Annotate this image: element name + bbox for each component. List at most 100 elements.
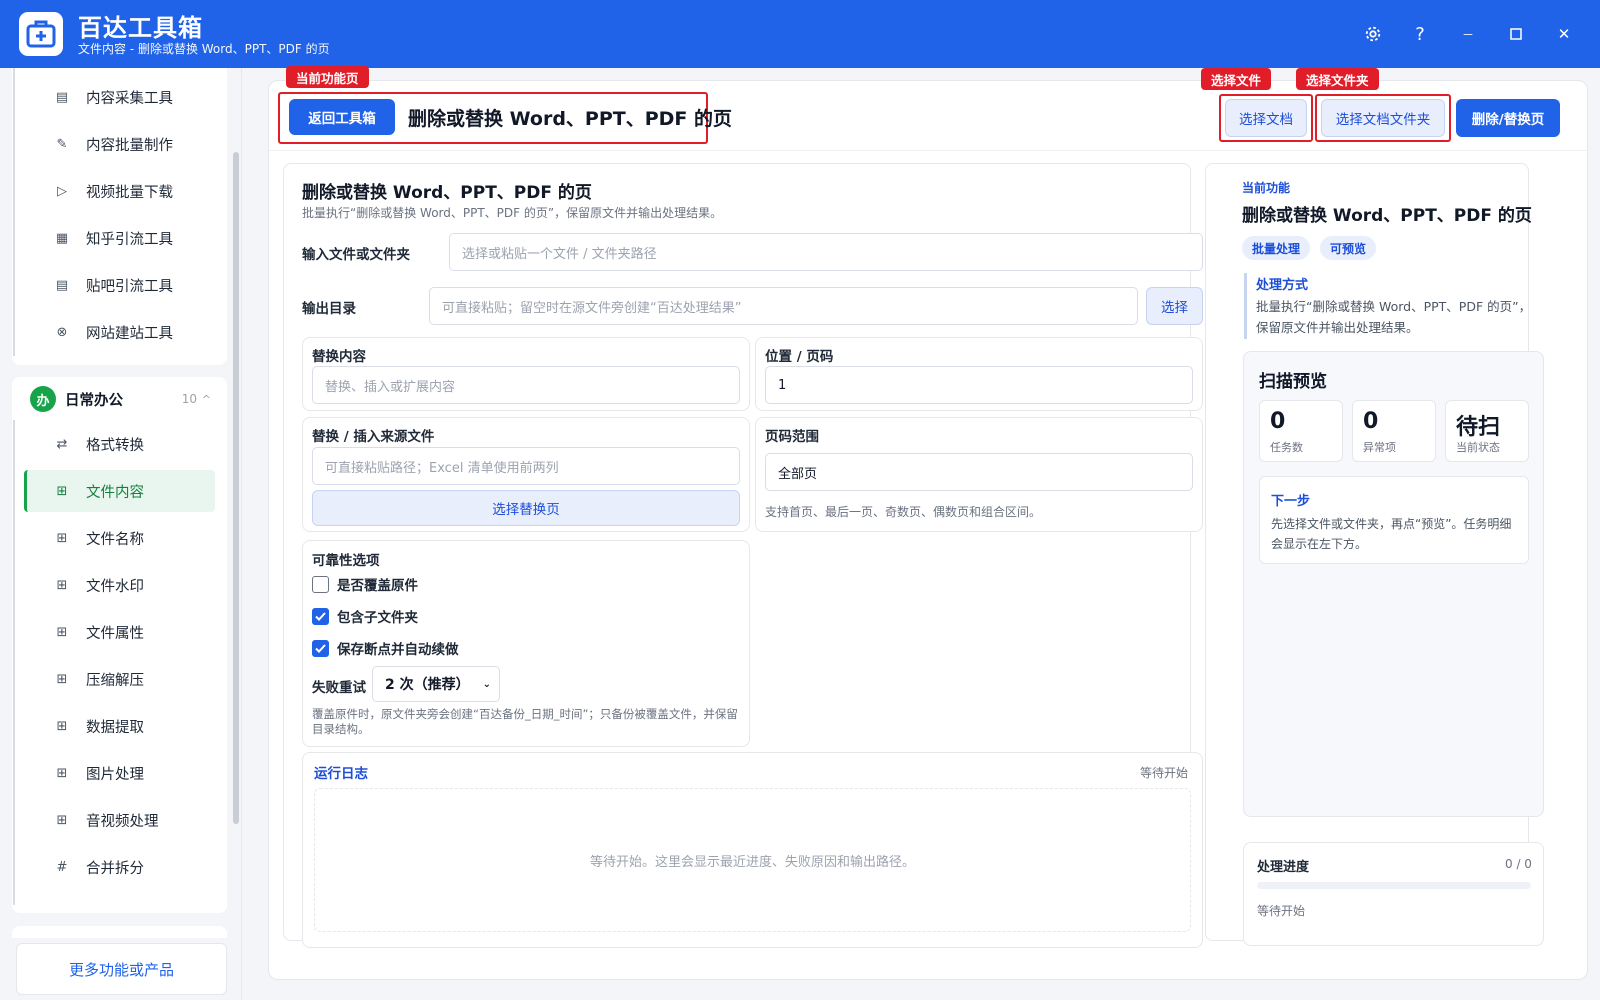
- maximize-button[interactable]: [1500, 18, 1532, 50]
- select-folder-button[interactable]: 选择文档文件夹: [1321, 99, 1445, 137]
- page-range-hint: 支持首页、最后一页、奇数页、偶数页和组合区间。: [765, 505, 1042, 519]
- sidebar-item-file-props[interactable]: ⊞ 文件属性: [24, 611, 215, 653]
- grid-icon: ⊞: [56, 624, 68, 640]
- method-title: 处理方式: [1256, 278, 1309, 293]
- play-icon: ▷: [57, 183, 67, 199]
- grid-icon: ⊞: [56, 577, 68, 593]
- sidebar-group-daily-office[interactable]: 办 日常办公 10 ^: [18, 378, 223, 420]
- hash-icon: #: [56, 859, 68, 875]
- sidebar-item-label: 文件内容: [86, 484, 144, 501]
- sidebar-item-content-collect[interactable]: ▤ 内容采集工具: [24, 76, 215, 118]
- sidebar-item-image[interactable]: ⊞ 图片处理: [24, 752, 215, 794]
- replace-content-label: 替换内容: [312, 349, 366, 365]
- output-dir-field[interactable]: 可直接粘贴；留空时在源文件旁创建“百达处理结果”: [429, 287, 1138, 325]
- back-to-toolbox-button[interactable]: 返回工具箱: [289, 99, 395, 135]
- sidebar-item-label: 格式转换: [86, 437, 144, 454]
- stat-errors: 0 异常项: [1352, 400, 1436, 462]
- list-icon: ▤: [55, 89, 69, 105]
- annotation-badge-select-folder: 选择文件夹: [1296, 68, 1379, 90]
- stat-label: 异常项: [1363, 441, 1396, 454]
- stat-label: 任务数: [1270, 441, 1303, 454]
- checkbox-checked-icon: [312, 639, 329, 657]
- sidebar-item-format-convert[interactable]: ⇄ 格式转换: [24, 423, 215, 465]
- sidebar-item-merge-split[interactable]: # 合并拆分: [24, 846, 215, 888]
- annotation-badge-current-page: 当前功能页: [286, 66, 369, 88]
- minimize-button[interactable]: －: [1452, 18, 1484, 50]
- sidebar-item-file-name[interactable]: ⊞ 文件名称: [24, 517, 215, 559]
- input-path-field[interactable]: 选择或粘贴一个文件 / 文件夹路径: [449, 233, 1203, 271]
- sidebar-item-tieba[interactable]: ▤ 贴吧引流工具: [24, 264, 215, 306]
- stat-value: 0: [1270, 409, 1286, 434]
- input-path-label: 输入文件或文件夹: [302, 247, 410, 263]
- sidebar-item-video-download[interactable]: ▷ 视频批量下载: [24, 170, 215, 212]
- app-title: 百达工具箱: [78, 14, 203, 42]
- stat-label: 当前状态: [1456, 441, 1500, 454]
- method-accent-bar: [1244, 273, 1247, 339]
- sidebar-item-label: 音视频处理: [86, 813, 159, 830]
- scan-preview-title: 扫描预览: [1259, 372, 1327, 392]
- sidebar-item-site-builder[interactable]: ⊗ 网站建站工具: [24, 311, 215, 353]
- help-icon[interactable]: ?: [1404, 18, 1436, 50]
- grid-icon: ⊞: [56, 671, 68, 687]
- close-button[interactable]: ✕: [1548, 18, 1580, 50]
- toolbox-logo-icon: [19, 12, 63, 56]
- sidebar-item-batch-create[interactable]: ✎ 内容批量制作: [24, 123, 215, 165]
- grid-icon: ⊞: [56, 483, 68, 499]
- sidebar-item-file-content[interactable]: ⊞ 文件内容: [24, 470, 215, 512]
- choose-replacement-pages-button[interactable]: 选择替换页: [312, 490, 740, 526]
- sidebar-item-label: 合并拆分: [86, 860, 144, 877]
- sidebar-item-label: 文件名称: [86, 531, 144, 548]
- source-file-field[interactable]: 可直接粘贴路径；Excel 清单使用前两列: [312, 447, 740, 485]
- page-range-label: 页码范围: [765, 429, 819, 445]
- annotation-badge-select-file: 选择文件: [1201, 68, 1272, 90]
- retry-label: 失败重试: [312, 680, 366, 696]
- progress-title: 处理进度: [1257, 860, 1310, 875]
- sidebar-item-label: 网站建站工具: [86, 325, 173, 342]
- checkbox-checked-icon: [312, 607, 329, 625]
- stat-value: 0: [1363, 409, 1379, 434]
- grid-icon: ⊞: [56, 718, 68, 734]
- sidebar-rail: [13, 68, 15, 356]
- resume-checkbox[interactable]: 保存断点并自动续做: [312, 638, 459, 658]
- grid-icon: ▦: [55, 230, 69, 246]
- delete-replace-pages-button[interactable]: 删除/替换页: [1456, 99, 1560, 137]
- settings-gear-icon[interactable]: [1357, 18, 1389, 50]
- more-products-button[interactable]: 更多功能或产品: [16, 943, 227, 995]
- choose-output-button[interactable]: 选择: [1146, 287, 1203, 325]
- checkbox-label: 是否覆盖原件: [337, 578, 418, 594]
- sidebar-item-watermark[interactable]: ⊞ 文件水印: [24, 564, 215, 606]
- page-range-field[interactable]: 全部页: [765, 453, 1193, 491]
- run-log-title: 运行日志: [314, 766, 368, 782]
- sidebar-rail: [13, 420, 15, 905]
- sidebar-item-label: 文件水印: [86, 578, 144, 595]
- sidebar-item-zhihu[interactable]: ▦ 知乎引流工具: [24, 217, 215, 259]
- sidebar-item-label: 压缩解压: [86, 672, 144, 689]
- checkbox-unchecked-icon: [312, 575, 329, 593]
- sidebar-item-label: 视频批量下载: [86, 184, 173, 201]
- replace-content-field[interactable]: 替换、插入或扩展内容: [312, 366, 740, 404]
- sidebar-item-av[interactable]: ⊞ 音视频处理: [24, 799, 215, 841]
- sidebar-item-data-extract[interactable]: ⊞ 数据提取: [24, 705, 215, 747]
- office-icon: 办: [30, 386, 56, 412]
- retry-value: 2 次（推荐）: [385, 677, 470, 693]
- progress-status: 等待开始: [1257, 904, 1306, 918]
- progress-count: 0 / 0: [1505, 857, 1532, 871]
- sidebar-scrollbar[interactable]: [233, 152, 239, 824]
- position-field[interactable]: 1: [765, 366, 1193, 404]
- sidebar-item-label: 图片处理: [86, 766, 144, 783]
- sidebar-group-card: [12, 926, 227, 938]
- chevron-up-icon[interactable]: ^: [202, 393, 211, 406]
- sidebar-item-compress[interactable]: ⊞ 压缩解压: [24, 658, 215, 700]
- position-label: 位置 / 页码: [765, 349, 834, 365]
- reliability-label: 可靠性选项: [312, 553, 380, 569]
- next-step-title: 下一步: [1271, 494, 1311, 509]
- pen-icon: ✎: [56, 136, 68, 152]
- globe-icon: ⊗: [56, 324, 68, 340]
- stat-value: 待扫: [1456, 415, 1501, 440]
- list-icon: ▤: [55, 277, 69, 293]
- method-description: 批量执行“删除或替换 Word、PPT、PDF 的页”，保留原文件并输出处理结果…: [1256, 299, 1532, 335]
- include-subfolders-checkbox[interactable]: 包含子文件夹: [312, 606, 418, 626]
- retry-select[interactable]: 2 次（推荐） ⌄: [372, 666, 500, 702]
- select-document-button[interactable]: 选择文档: [1225, 99, 1307, 137]
- overwrite-checkbox[interactable]: 是否覆盖原件: [312, 574, 418, 594]
